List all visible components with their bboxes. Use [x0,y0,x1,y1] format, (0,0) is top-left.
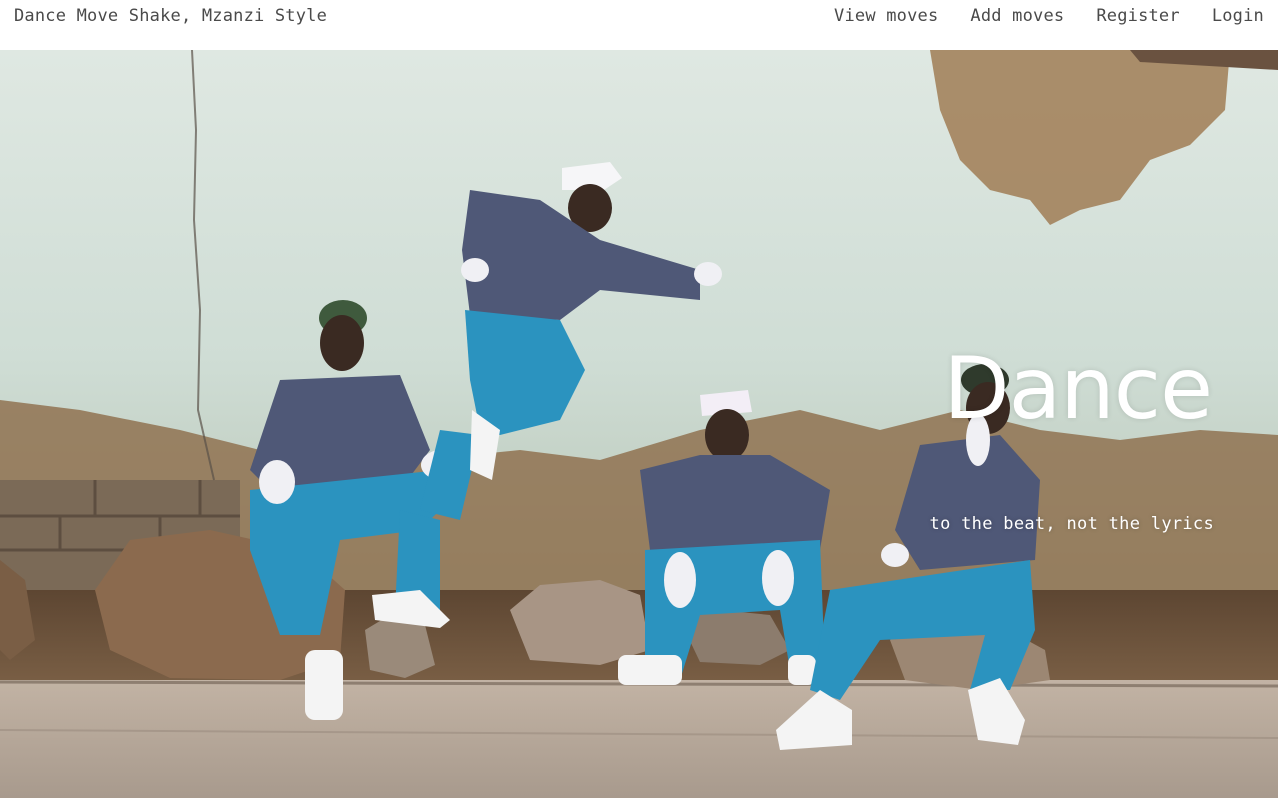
hero-title: Dance [943,339,1213,439]
hero-banner: Dance to the beat, not the lyrics [0,50,1278,798]
nav-view-moves[interactable]: View moves [834,6,938,26]
nav-add-moves[interactable]: Add moves [970,6,1064,26]
hero-subtitle: to the beat, not the lyrics [929,514,1214,534]
nav-login[interactable]: Login [1212,6,1264,26]
nav-links: View moves Add moves Register Login [802,6,1264,26]
nav-register[interactable]: Register [1096,6,1179,26]
brand-link[interactable]: Dance Move Shake, Mzanzi Style [14,6,327,26]
top-navbar: Dance Move Shake, Mzanzi Style View move… [0,0,1278,50]
